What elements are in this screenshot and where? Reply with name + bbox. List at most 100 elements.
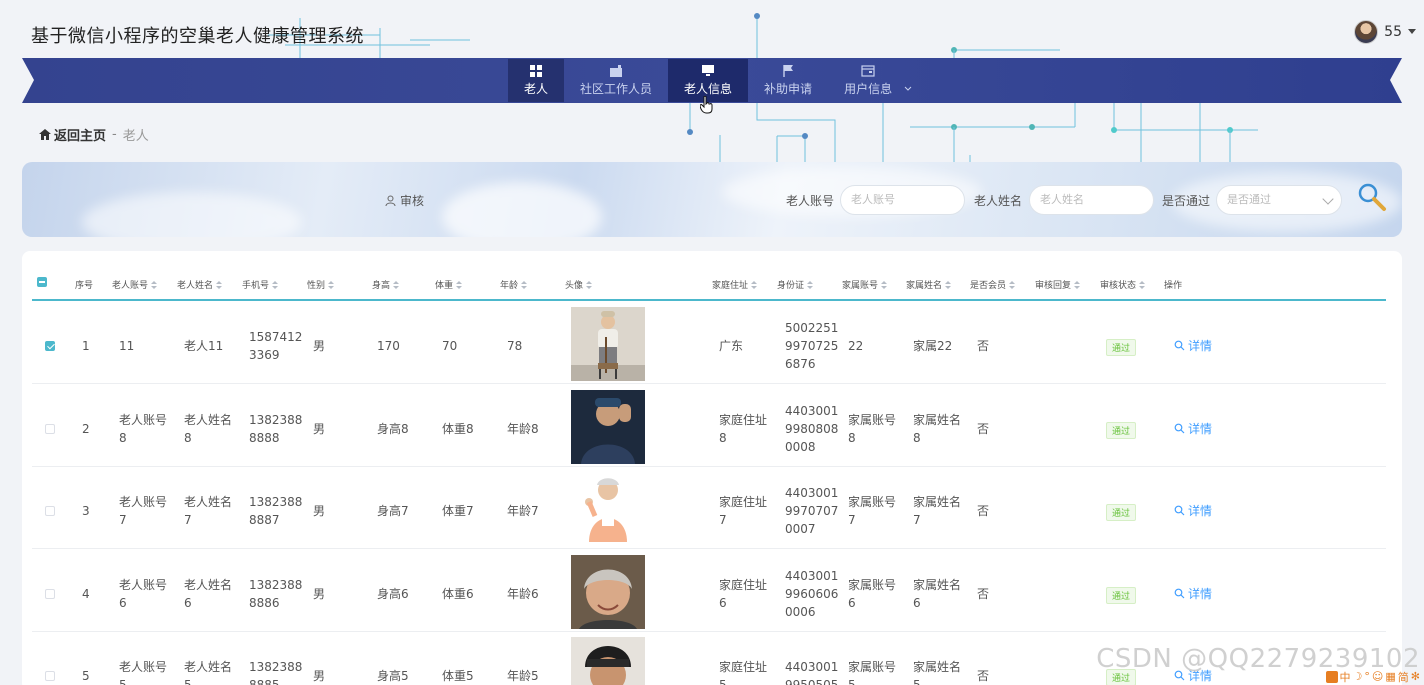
avatar-photo	[571, 637, 645, 685]
nav-item-community-staff[interactable]: 社区工作人员	[564, 59, 668, 102]
ime-toolbar: 中 ☽ ° ☺ ▦ 简 ✻	[1325, 669, 1420, 685]
cell-id-card-line: 9970725	[785, 339, 839, 353]
column-header[interactable]: 家庭住址	[712, 278, 758, 291]
cell-address: 广东	[719, 337, 743, 355]
breadcrumb-separator: -	[112, 127, 117, 142]
row-checkbox[interactable]	[45, 506, 55, 516]
nav-item-user-info[interactable]: 用户信息	[828, 59, 920, 102]
sort-icon[interactable]	[328, 280, 335, 289]
column-header[interactable]: 老人姓名	[177, 278, 223, 291]
sort-icon[interactable]	[807, 280, 814, 289]
column-header[interactable]: 是否会员	[970, 278, 1016, 291]
account-filter-input[interactable]: 老人账号	[840, 185, 965, 215]
select-all-checkbox[interactable]	[37, 277, 47, 287]
table-row[interactable]: 2 老人账号 8 老人姓名 8 1382388 8888 男 身高8 体重8 年龄8 家庭住址 8 440…	[32, 385, 1386, 467]
column-header[interactable]: 家属账号	[842, 278, 888, 291]
sort-icon[interactable]	[586, 280, 593, 289]
sort-icon[interactable]	[1074, 280, 1081, 289]
nav-item-label: 老人	[524, 81, 549, 96]
table-row[interactable]: 1 11 老人11 1587412 3369 男 170 70 78 广东 5002251 99707…	[32, 302, 1386, 384]
cell-height: 170	[377, 339, 400, 353]
nav-item-subsidy[interactable]: 补助申请	[748, 59, 828, 102]
audit-label: 审核	[400, 194, 425, 208]
sort-icon[interactable]	[945, 280, 952, 289]
column-header-label: 性别	[307, 281, 326, 291]
table-row[interactable]: 3 老人账号 7 老人姓名 7 1382388 8887 男 身高7 体重7 年龄7 家庭住址 7 440…	[32, 467, 1386, 549]
cell-age: 年龄7	[507, 504, 539, 518]
passed-filter-select[interactable]: 是否通过	[1216, 185, 1342, 215]
table-row[interactable]: 4 老人账号 6 老人姓名 6 1382388 8886 男 身高6 体重6 年龄6 家庭住址 6 440…	[32, 550, 1386, 632]
cell-family-name-line: 家属姓名	[913, 660, 962, 674]
user-menu[interactable]: 55	[1354, 20, 1416, 44]
row-checkbox[interactable]	[45, 341, 55, 351]
column-header[interactable]: 年龄	[500, 278, 528, 291]
column-header[interactable]: 身高	[372, 278, 400, 291]
cell-phone-line: 8885	[249, 678, 280, 685]
cell-name-line: 老人11	[184, 339, 224, 353]
cell-family-name-line: 6	[913, 595, 921, 610]
cell-member: 否	[977, 421, 990, 436]
row-checkbox[interactable]	[45, 671, 55, 681]
search-detail-icon	[1174, 505, 1185, 516]
detail-button[interactable]: 详情	[1174, 585, 1212, 602]
detail-button[interactable]: 详情	[1174, 420, 1212, 437]
column-header[interactable]: 身份证	[777, 278, 814, 291]
cell-id-card: 4403001 9950505	[785, 658, 838, 685]
column-header[interactable]: 性别	[307, 278, 335, 291]
cell-family-name-line: 家属姓名	[913, 412, 962, 427]
cell-index: 3	[82, 504, 90, 518]
column-header[interactable]: 家属姓名	[906, 278, 952, 291]
cell-family-account-line: 22	[848, 339, 864, 353]
sort-icon[interactable]	[216, 280, 223, 289]
row-checkbox[interactable]	[45, 423, 55, 434]
breadcrumb-home-link[interactable]: 返回主页	[39, 125, 106, 144]
audit-button[interactable]: 审核	[385, 192, 424, 209]
column-header-label: 头像	[565, 281, 584, 291]
cell-id-card: 4403001 9980808 0008	[785, 402, 838, 456]
sort-icon[interactable]	[881, 280, 888, 289]
cell-id-card: 4403001 9970707 0007	[785, 484, 838, 538]
detail-button[interactable]: 详情	[1174, 337, 1212, 354]
column-header[interactable]: 老人账号	[112, 278, 158, 291]
sort-icon[interactable]	[272, 280, 279, 289]
row-checkbox[interactable]	[45, 588, 55, 599]
column-header[interactable]: 头像	[565, 278, 593, 291]
sort-icon[interactable]	[393, 280, 400, 289]
column-header[interactable]: 体重	[435, 278, 463, 291]
detail-label: 详情	[1188, 586, 1213, 601]
cell-family-name-line: 家属姓名	[913, 495, 962, 509]
ime-mode[interactable]: 中	[1340, 669, 1351, 685]
detail-button[interactable]: 详情	[1174, 502, 1212, 519]
nav-item-elderly[interactable]: 老人	[508, 59, 565, 102]
status-badge: 通过	[1106, 421, 1137, 439]
sort-icon[interactable]	[456, 280, 463, 289]
sort-icon[interactable]	[151, 280, 158, 289]
sort-icon[interactable]	[1009, 280, 1016, 289]
cell-index: 5	[82, 669, 90, 683]
settings-icon: ✻	[1410, 670, 1420, 683]
cell-address-line: 5	[719, 678, 727, 685]
cell-phone: 1382388 8887	[249, 493, 302, 529]
sort-icon[interactable]	[521, 280, 528, 289]
cell-account-line: 7	[119, 513, 127, 527]
sort-icon[interactable]	[751, 280, 758, 289]
cell-name-line: 老人姓名	[184, 660, 233, 674]
column-header[interactable]: 手机号	[242, 278, 279, 291]
column-header[interactable]: 审核状态	[1100, 278, 1146, 291]
cell-member: 否	[977, 669, 990, 683]
cell-age: 年龄8	[507, 421, 539, 436]
cell-family-account-line: 8	[848, 430, 856, 445]
search-icon[interactable]	[1357, 182, 1387, 212]
cell-phone-line: 1382388	[249, 577, 303, 592]
cell-address-line: 家庭住址	[719, 495, 768, 509]
cell-address: 家庭住址 8	[719, 411, 767, 447]
cell-family-account-line: 7	[848, 513, 856, 527]
cell-gender: 男	[313, 669, 326, 683]
sort-icon[interactable]	[1139, 280, 1146, 289]
keyboard-icon: ▦	[1385, 670, 1396, 683]
cell-phone: 1587412 3369	[249, 328, 302, 364]
cell-name-line: 6	[184, 595, 192, 610]
column-header[interactable]: 审核回复	[1035, 278, 1081, 291]
ime-script[interactable]: 简	[1398, 669, 1409, 685]
name-filter-input[interactable]: 老人姓名	[1029, 185, 1154, 215]
